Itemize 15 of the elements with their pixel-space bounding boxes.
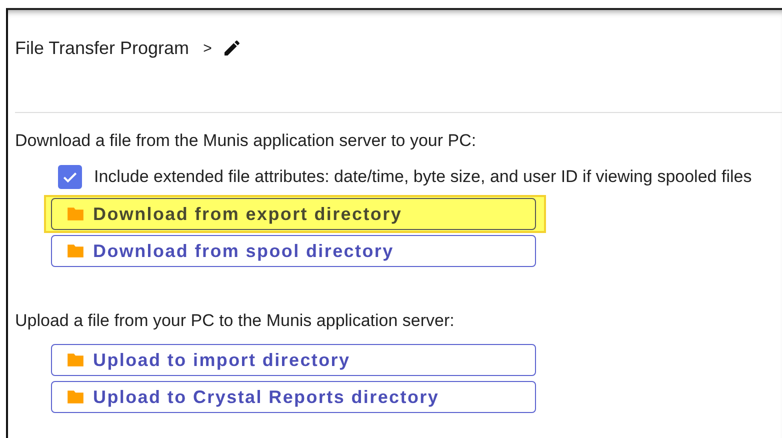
- folder-icon: [66, 243, 85, 259]
- directory-button[interactable]: Download from export directory: [51, 198, 536, 230]
- section-label: Download a file from the Munis application server to your PC:: [15, 131, 478, 151]
- folder-icon: [66, 206, 85, 222]
- section-label: Upload a file from your PC to the Munis application server:: [15, 311, 456, 331]
- directory-button[interactable]: Upload to import directory: [51, 344, 536, 376]
- breadcrumb-separator: >: [203, 40, 212, 56]
- page-title: File Transfer Program: [15, 38, 190, 58]
- folder-icon: [66, 352, 85, 368]
- checkbox[interactable]: [58, 165, 82, 189]
- pencil-icon[interactable]: [222, 38, 242, 58]
- checkbox-label: Include extended file attributes: date/time, byte size, and user ID if viewing spooled files: [94, 167, 752, 187]
- folder-icon: [66, 389, 85, 405]
- directory-button[interactable]: Download from spool directory: [51, 235, 536, 267]
- directory-button[interactable]: Upload to Crystal Reports directory: [51, 381, 536, 413]
